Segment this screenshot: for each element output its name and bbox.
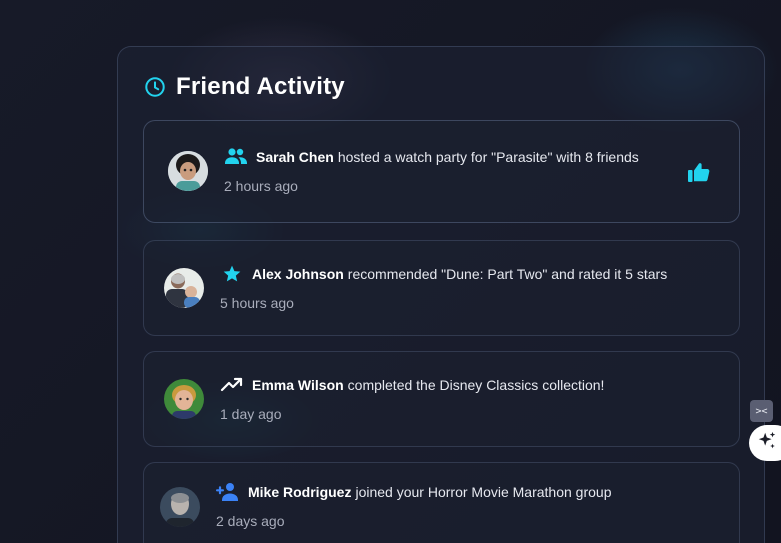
activity-text: completed the Disney Classics collection… — [347, 377, 605, 393]
code-icon: >< — [755, 405, 768, 417]
thumbs-up-icon[interactable] — [687, 161, 711, 185]
code-button[interactable]: >< — [750, 400, 773, 422]
activity-card[interactable]: Sarah Chen hosted a watch party for "Par… — [143, 120, 740, 223]
user-plus-icon — [216, 482, 240, 502]
clock-icon — [144, 76, 166, 98]
timestamp: 2 hours ago — [224, 178, 298, 194]
timestamp: 1 day ago — [220, 406, 282, 422]
ai-assistant-button[interactable] — [749, 425, 781, 461]
activity-card[interactable]: Alex Johnson recommended "Dune: Part Two… — [143, 240, 740, 336]
activity-card[interactable]: Mike Rodriguez joined your Horror Movie … — [143, 462, 740, 543]
panel-header: Friend Activity — [144, 73, 345, 101]
avatar — [168, 151, 208, 191]
avatar — [164, 379, 204, 419]
activity-text: recommended "Dune: Part Two" and rated i… — [347, 266, 668, 282]
timestamp: 5 hours ago — [220, 295, 294, 311]
activity-line: Sarah Chen hosted a watch party for "Par… — [224, 147, 639, 167]
user-name[interactable]: Sarah Chen — [256, 149, 334, 165]
timestamp: 2 days ago — [216, 513, 285, 529]
trending-up-icon — [220, 375, 244, 395]
user-name[interactable]: Alex Johnson — [252, 266, 344, 282]
avatar — [160, 487, 200, 527]
star-icon — [220, 264, 244, 284]
users-icon — [224, 147, 248, 167]
activity-card[interactable]: Emma Wilson completed the Disney Classic… — [143, 351, 740, 447]
friend-activity-panel: Friend Activity Sarah Chen hosted a watc… — [117, 46, 765, 543]
activity-text: joined your Horror Movie Marathon group — [355, 484, 612, 500]
avatar — [164, 268, 204, 308]
activity-line: Emma Wilson completed the Disney Classic… — [220, 375, 604, 395]
activity-line: Alex Johnson recommended "Dune: Part Two… — [220, 264, 667, 284]
activity-line: Mike Rodriguez joined your Horror Movie … — [216, 482, 611, 502]
page: Friend Activity Sarah Chen hosted a watc… — [0, 0, 781, 543]
sparkles-icon — [756, 430, 778, 457]
panel-title: Friend Activity — [176, 73, 345, 100]
user-name[interactable]: Mike Rodriguez — [248, 484, 351, 500]
user-name[interactable]: Emma Wilson — [252, 377, 344, 393]
activity-text: hosted a watch party for "Parasite" with… — [337, 149, 639, 165]
